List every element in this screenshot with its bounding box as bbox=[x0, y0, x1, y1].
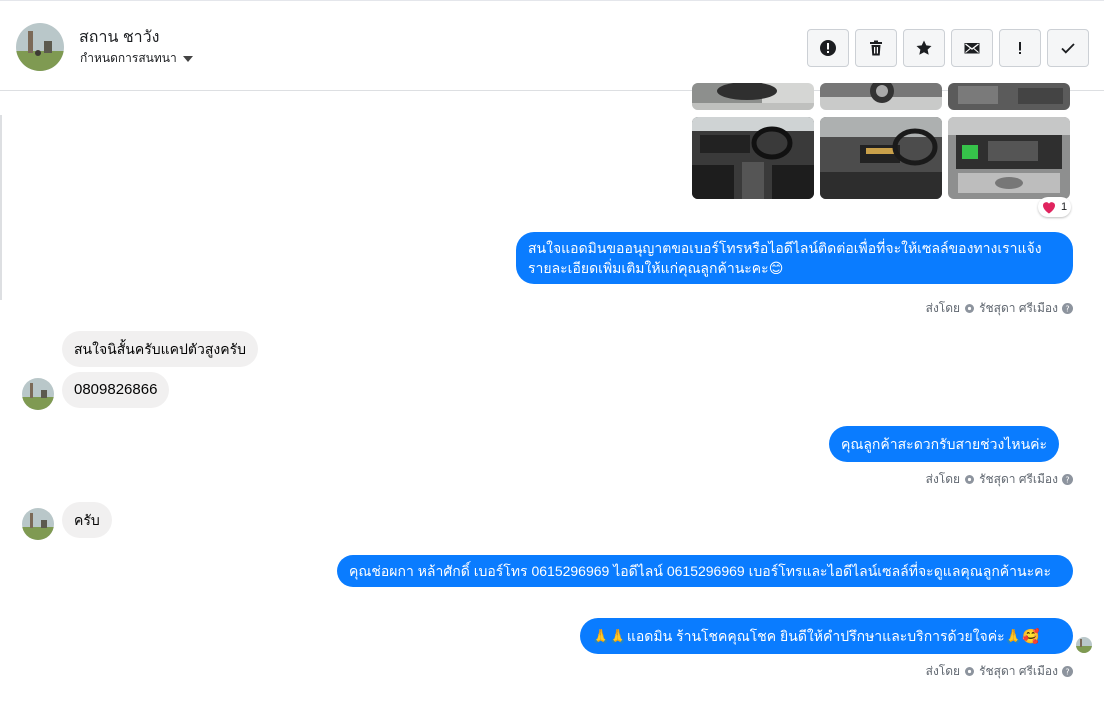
message-reaction[interactable]: 1 bbox=[1038, 197, 1072, 217]
car-photo-thumbnail[interactable] bbox=[820, 117, 942, 199]
done-button[interactable] bbox=[1047, 29, 1089, 67]
car-photo-thumbnail[interactable] bbox=[820, 83, 942, 110]
photo-attachment-grid bbox=[692, 83, 1072, 201]
help-icon[interactable]: ? bbox=[1062, 666, 1073, 677]
gear-icon bbox=[965, 304, 975, 313]
contact-avatar-small bbox=[22, 378, 54, 410]
svg-text:?: ? bbox=[1065, 476, 1069, 485]
alert-circle-icon bbox=[820, 40, 836, 56]
outgoing-message[interactable]: สนใจแอดมินขออนุญาตขอเบอร์โทรหรือไอดีไลน์… bbox=[516, 232, 1073, 284]
car-photo-thumbnail[interactable] bbox=[948, 117, 1070, 199]
sent-by-name: รัชสุดา ศรีเมือง bbox=[979, 664, 1058, 678]
car-photo-thumbnail[interactable] bbox=[692, 83, 814, 110]
svg-text:?: ? bbox=[1065, 668, 1069, 677]
envelope-icon bbox=[964, 43, 980, 54]
sent-by-info: ส่งโดย รัชสุดา ศรีเมือง ? bbox=[926, 299, 1073, 318]
delete-button[interactable] bbox=[855, 29, 897, 67]
gear-icon bbox=[965, 475, 975, 484]
heart-icon bbox=[1043, 202, 1055, 214]
outgoing-message[interactable]: คุณลูกค้าสะดวกรับสายช่วงไหนค่ะ bbox=[829, 426, 1060, 462]
contact-avatar[interactable] bbox=[16, 23, 64, 71]
message-thread[interactable]: 1 สนใจแอดมินขออนุญาตขอเบอร์โทรหรือไอดีไล… bbox=[0, 83, 1104, 712]
conversation-toolbar bbox=[807, 29, 1089, 67]
sent-by-info: ส่งโดย รัชสุดา ศรีเมือง ? bbox=[926, 470, 1073, 489]
car-photo-thumbnail[interactable] bbox=[692, 117, 814, 199]
conversation-settings-dropdown[interactable]: กำหนดการสนทนา bbox=[80, 49, 193, 68]
sent-by-name: รัชสุดา ศรีเมือง bbox=[979, 472, 1058, 486]
star-button[interactable] bbox=[903, 29, 945, 67]
report-button[interactable] bbox=[807, 29, 849, 67]
outgoing-message[interactable]: คุณช่อผกา หล้าศักดิ์ เบอร์โทร 0615296969… bbox=[337, 555, 1073, 587]
important-button[interactable] bbox=[999, 29, 1041, 67]
incoming-message[interactable]: สนใจนิสั้นครับแคปตัวสูงครับ bbox=[62, 331, 258, 367]
help-icon[interactable]: ? bbox=[1062, 303, 1073, 314]
seen-by-avatar bbox=[1076, 637, 1092, 653]
sent-by-name: รัชสุดา ศรีเมือง bbox=[979, 301, 1058, 315]
sent-by-info: ส่งโดย รัชสุดา ศรีเมือง ? bbox=[926, 662, 1073, 681]
conversation-header: สถาน ชาวัง กำหนดการสนทนา bbox=[0, 0, 1104, 91]
caret-down-icon bbox=[182, 56, 193, 62]
sent-by-prefix: ส่งโดย bbox=[925, 301, 961, 315]
contact-avatar-small bbox=[22, 508, 54, 540]
mark-unread-button[interactable] bbox=[951, 29, 993, 67]
exclamation-icon bbox=[1019, 42, 1021, 54]
check-icon bbox=[1061, 43, 1075, 54]
conversation-settings-label: กำหนดการสนทนา bbox=[80, 51, 177, 65]
gear-icon bbox=[965, 667, 975, 676]
contact-name[interactable]: สถาน ชาวัง bbox=[79, 25, 159, 50]
car-photo-thumbnail[interactable] bbox=[948, 83, 1070, 110]
svg-text:?: ? bbox=[1065, 305, 1069, 314]
incoming-message[interactable]: 0809826866 bbox=[62, 372, 170, 408]
sent-by-prefix: ส่งโดย bbox=[925, 664, 961, 678]
outgoing-message[interactable]: 🙏🙏แอดมิน ร้านโชคคุณโชค ยินดีให้คำปรึกษาแ… bbox=[580, 618, 1073, 654]
trash-icon bbox=[870, 40, 882, 56]
reaction-count: 1 bbox=[1061, 201, 1068, 213]
help-icon[interactable]: ? bbox=[1062, 474, 1073, 485]
star-icon bbox=[916, 40, 932, 55]
sent-by-prefix: ส่งโดย bbox=[925, 472, 961, 486]
incoming-message[interactable]: ครับ bbox=[62, 502, 112, 538]
